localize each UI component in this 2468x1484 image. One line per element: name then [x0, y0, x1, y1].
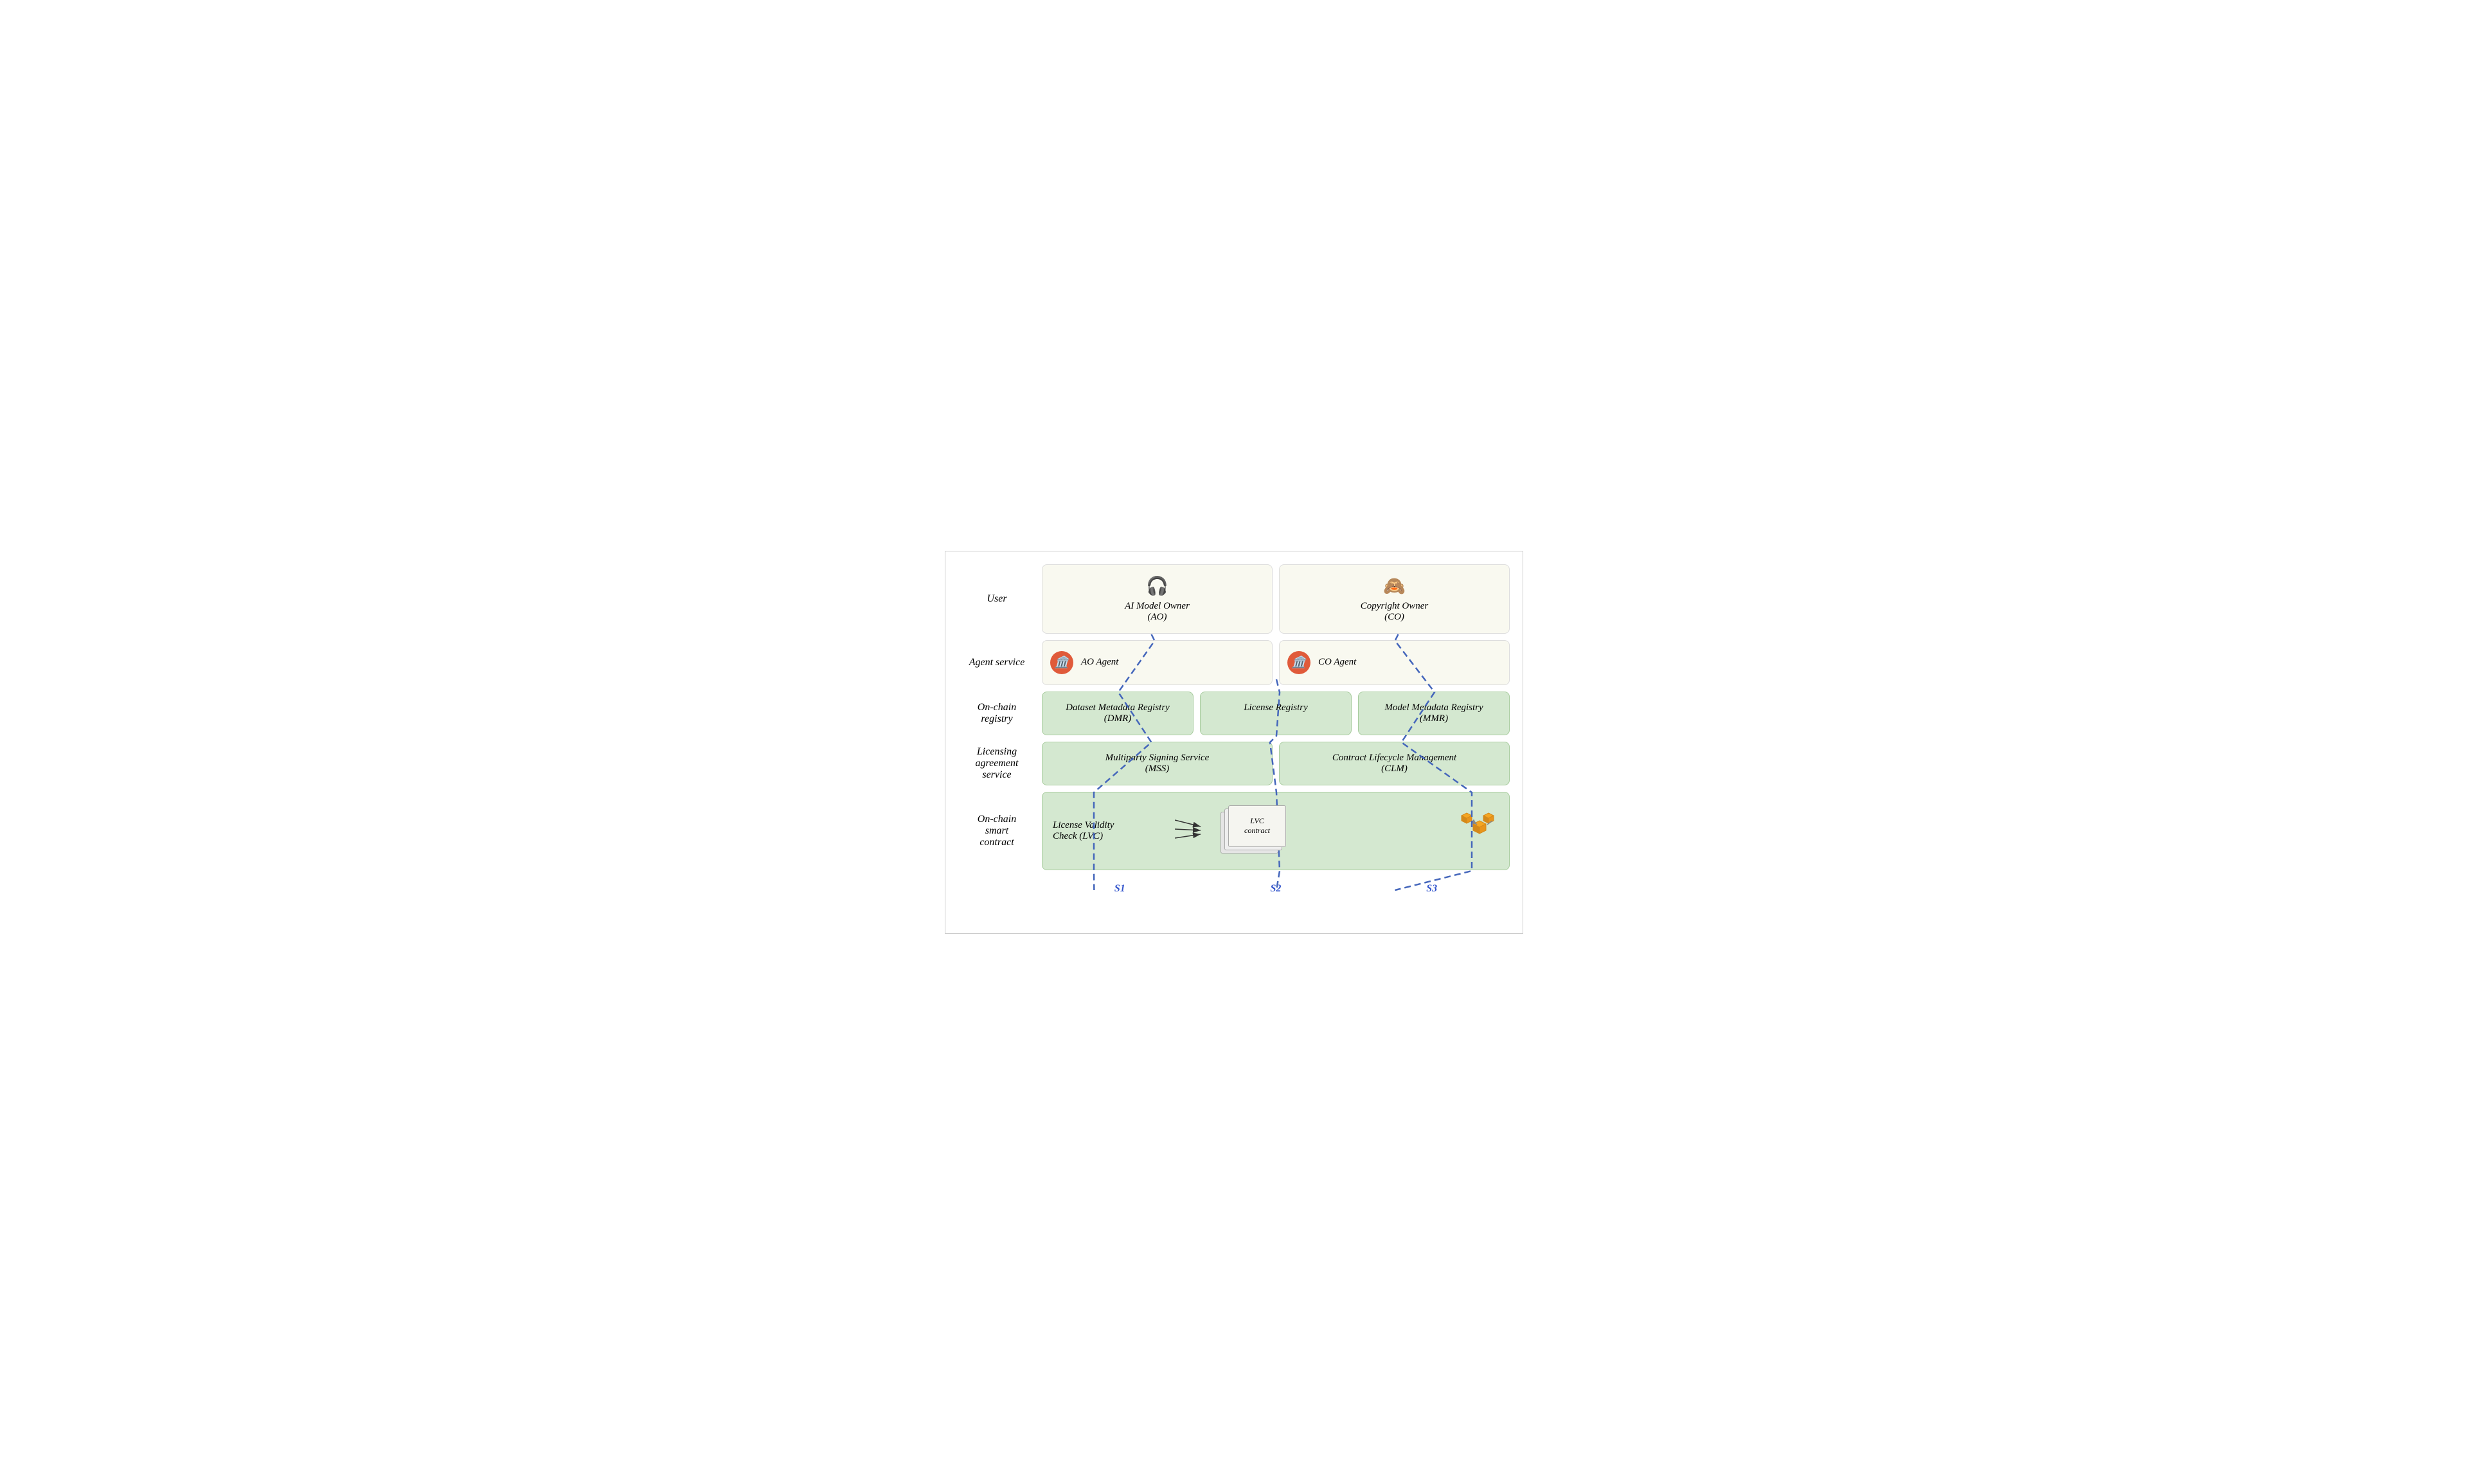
contract-row-label: On-chainsmartcontract — [978, 814, 1016, 848]
contract-row: On-chainsmartcontract License ValidityCh… — [958, 792, 1510, 870]
co-emoji: 🙈 — [1383, 575, 1406, 597]
clm-label: Contract Lifecycle Management(CLM) — [1332, 753, 1456, 774]
licensing-label-cell: Licensingagreementservice — [958, 742, 1035, 785]
clm-card: Contract Lifecycle Management(CLM) — [1279, 742, 1510, 785]
agent-label-cell: Agent service — [958, 640, 1035, 685]
co-title: Copyright Owner(CO) — [1361, 601, 1428, 623]
ao-card: 🎧 AI Model Owner(AO) — [1042, 564, 1273, 634]
lvc-contract-label: LVCcontract — [1244, 816, 1270, 836]
cube-icon-svg — [1460, 808, 1499, 846]
registry-label-cell: On-chainregistry — [958, 692, 1035, 735]
user-row-label: User — [987, 593, 1006, 605]
dmr-label: Dataset Metadata Registry(DMR) — [1066, 702, 1170, 724]
step-s1-label: S1 — [1114, 883, 1125, 895]
mmr-card: Model Metadata Registry(MMR) — [1358, 692, 1510, 735]
co-agent-card: 🏛️ CO Agent — [1279, 640, 1510, 685]
contract-content: License ValidityCheck (LVC) — [1042, 792, 1510, 870]
registry-row: On-chainregistry Dataset Metadata Regist… — [958, 692, 1510, 735]
lvc-card-front: LVCcontract — [1228, 805, 1286, 847]
user-cards: 🎧 AI Model Owner(AO) 🙈 Copyright Owner(C… — [1042, 564, 1510, 634]
agent-row-label: Agent service — [969, 657, 1025, 668]
arrows-to-lvc — [1175, 815, 1210, 847]
agent-row: Agent service 🏛️ AO Agent 🏛️ CO Agent — [958, 640, 1510, 685]
ao-agent-label: AO Agent — [1081, 657, 1118, 668]
lr-label: License Registry — [1244, 702, 1308, 713]
co-agent-label: CO Agent — [1318, 657, 1356, 668]
step-s2-label: S2 — [1271, 883, 1282, 895]
contract-label-cell: On-chainsmartcontract — [958, 792, 1035, 870]
diagram-container: User 🎧 AI Model Owner(AO) 🙈 Copyright Ow… — [945, 551, 1523, 934]
registry-cards: Dataset Metadata Registry(DMR) License R… — [1042, 692, 1510, 735]
mss-card: Multiparty Signing Service(MSS) — [1042, 742, 1273, 785]
mss-label: Multiparty Signing Service(MSS) — [1105, 753, 1210, 774]
ao-agent-card: 🏛️ AO Agent — [1042, 640, 1273, 685]
co-agent-icon: 🏛️ — [1287, 651, 1310, 674]
step-labels: S1 S2 S3 — [958, 877, 1510, 895]
agent-cards: 🏛️ AO Agent 🏛️ CO Agent — [1042, 640, 1510, 685]
lvc-group: LVCcontract — [1175, 805, 1287, 857]
licensing-row: Licensingagreementservice Multiparty Sig… — [958, 742, 1510, 785]
ao-title: AI Model Owner(AO) — [1125, 601, 1190, 623]
co-card: 🙈 Copyright Owner(CO) — [1279, 564, 1510, 634]
lr-card: License Registry — [1200, 692, 1352, 735]
registry-row-label: On-chainregistry — [978, 702, 1016, 725]
mmr-label: Model Metadata Registry(MMR) — [1384, 702, 1483, 724]
ao-agent-icon: 🏛️ — [1050, 651, 1073, 674]
dmr-card: Dataset Metadata Registry(DMR) — [1042, 692, 1194, 735]
ao-emoji: 🎧 — [1146, 575, 1168, 597]
step-s3-label: S3 — [1426, 883, 1437, 895]
lvc-stack: LVCcontract — [1217, 805, 1287, 857]
licensing-cards: Multiparty Signing Service(MSS) Contract… — [1042, 742, 1510, 785]
user-row: User 🎧 AI Model Owner(AO) 🙈 Copyright Ow… — [958, 564, 1510, 634]
licensing-row-label: Licensingagreementservice — [976, 746, 1019, 781]
blockchain-icon — [1460, 808, 1499, 854]
arrow-group — [1175, 815, 1210, 847]
lvc-text: License ValidityCheck (LVC) — [1053, 820, 1143, 842]
user-label: User — [958, 564, 1035, 634]
